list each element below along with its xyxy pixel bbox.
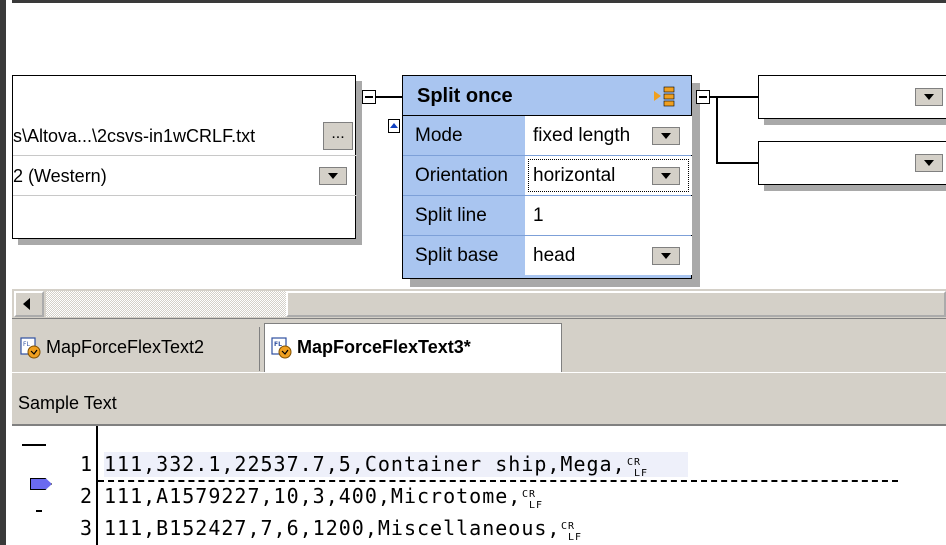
orientation-label: Orientation — [415, 165, 508, 186]
mode-value: fixed length — [533, 125, 631, 146]
svg-text:FL: FL — [23, 341, 30, 348]
collapse-toggle-icon[interactable] — [388, 119, 400, 133]
split-component-icon[interactable] — [653, 85, 675, 107]
text-line-content: 111,A1579227,10,3,400,Microtome, — [104, 484, 522, 508]
flextext-file-icon: FL — [271, 337, 292, 359]
connection-line — [376, 96, 402, 98]
sample-text-editor[interactable]: 1 2 3 111,332.1,22537.7,5,Container ship… — [12, 424, 946, 545]
tab-mapforceflextext3[interactable]: FL MapForceFlexText3* — [264, 323, 562, 373]
split-base-value: head — [533, 245, 576, 266]
encoding-row: 2 (Western) — [13, 156, 357, 196]
text-line-content: 111,332.1,22537.7,5,Container ship,Mega, — [104, 452, 626, 476]
svg-text:FL: FL — [274, 341, 282, 348]
split-once-component[interactable]: Split once Mode fixed length Orientation — [402, 75, 692, 279]
target-dropdown-icon[interactable] — [915, 154, 943, 172]
split-once-title: Split once — [403, 76, 691, 116]
mode-label: Mode — [415, 125, 463, 146]
split-once-title-text: Split once — [417, 85, 513, 107]
scroll-track[interactable] — [46, 291, 286, 317]
mode-select[interactable]: fixed length — [525, 116, 692, 155]
orientation-dropdown-icon[interactable] — [652, 167, 680, 185]
split-base-select[interactable]: head — [525, 236, 692, 275]
orientation-select[interactable]: horizontal — [525, 156, 692, 195]
source-component[interactable]: s\Altova...\2csvs-in1wCRLF.txt ... 2 (We… — [12, 75, 357, 239]
text-line[interactable]: 111,A1579227,10,3,400,Microtome, CR LF — [104, 484, 549, 509]
mode-row: Mode fixed length — [403, 116, 692, 156]
svg-text:LF: LF — [634, 468, 648, 477]
flextext-file-icon: FL — [20, 337, 41, 359]
tab-mapforceflextext2[interactable]: FL MapForceFlexText2 — [14, 327, 260, 371]
split-base-row: Split base head — [403, 236, 692, 276]
sample-text-header: Sample Text — [12, 372, 946, 424]
gutter-divider — [22, 444, 46, 446]
source-empty-row — [13, 196, 357, 236]
split-base-label: Split base — [415, 245, 499, 266]
mapforce-window: s\Altova...\2csvs-in1wCRLF.txt ... 2 (We… — [0, 0, 946, 545]
orientation-value: horizontal — [533, 165, 616, 186]
scroll-thumb[interactable] — [286, 291, 946, 317]
sample-text-title: Sample Text — [18, 393, 117, 413]
svg-text:LF: LF — [529, 500, 543, 509]
source-file-row: s\Altova...\2csvs-in1wCRLF.txt ... — [13, 116, 357, 156]
document-tabs: FL MapForceFlexText2 FL MapForceFlexText… — [12, 318, 946, 373]
orientation-row: Orientation horizontal — [403, 156, 692, 196]
split-line-value: 1 — [533, 205, 544, 226]
split-base-dropdown-icon[interactable] — [652, 247, 680, 265]
svg-text:CR: CR — [627, 457, 641, 468]
connection-line — [716, 96, 718, 164]
text-line-content: 111,B152427,7,6,1200,Miscellaneous, — [104, 516, 561, 540]
split-line-label: Split line — [415, 205, 487, 226]
browse-button[interactable]: ... — [323, 122, 353, 150]
split-line-indicator — [98, 480, 898, 482]
connection-line — [716, 162, 758, 164]
split-marker-icon[interactable] — [30, 478, 52, 490]
svg-text:CR: CR — [561, 521, 575, 532]
target-component[interactable] — [758, 141, 946, 185]
split-output-connector[interactable] — [696, 90, 710, 104]
text-line[interactable]: 111,B152427,7,6,1200,Miscellaneous, CR LF — [104, 516, 588, 541]
mapping-canvas[interactable]: s\Altova...\2csvs-in1wCRLF.txt ... 2 (We… — [12, 0, 946, 288]
text-line[interactable]: 111,332.1,22537.7,5,Container ship,Mega,… — [104, 452, 688, 477]
line-number: 1 — [79, 452, 92, 476]
svg-text:LF: LF — [568, 532, 582, 541]
gutter-dash — [36, 510, 42, 512]
horizontal-scrollbar[interactable] — [12, 288, 946, 318]
target-dropdown-icon[interactable] — [915, 88, 943, 106]
crlf-icon: CRLF — [522, 489, 543, 509]
target-component[interactable] — [758, 75, 946, 119]
tab-label: MapForceFlexText2 — [46, 337, 205, 357]
crlf-icon: CRLF — [561, 521, 582, 541]
svg-text:CR: CR — [522, 489, 536, 500]
split-line-row: Split line 1 — [403, 196, 692, 236]
source-output-connector[interactable] — [362, 90, 376, 104]
line-numbers: 1 2 3 — [62, 426, 98, 545]
split-line-input[interactable]: 1 — [525, 196, 692, 235]
scroll-left-icon[interactable] — [14, 291, 44, 317]
crlf-icon: CRLF — [627, 457, 648, 477]
encoding-value: 2 (Western) — [13, 166, 107, 186]
line-number: 3 — [79, 516, 92, 540]
encoding-dropdown-icon[interactable] — [319, 167, 347, 185]
line-number: 2 — [79, 484, 92, 508]
mode-dropdown-icon[interactable] — [652, 127, 680, 145]
source-file-path: s\Altova...\2csvs-in1wCRLF.txt — [13, 126, 256, 146]
editor-gutter — [12, 426, 62, 545]
tab-label: MapForceFlexText3* — [297, 337, 471, 357]
